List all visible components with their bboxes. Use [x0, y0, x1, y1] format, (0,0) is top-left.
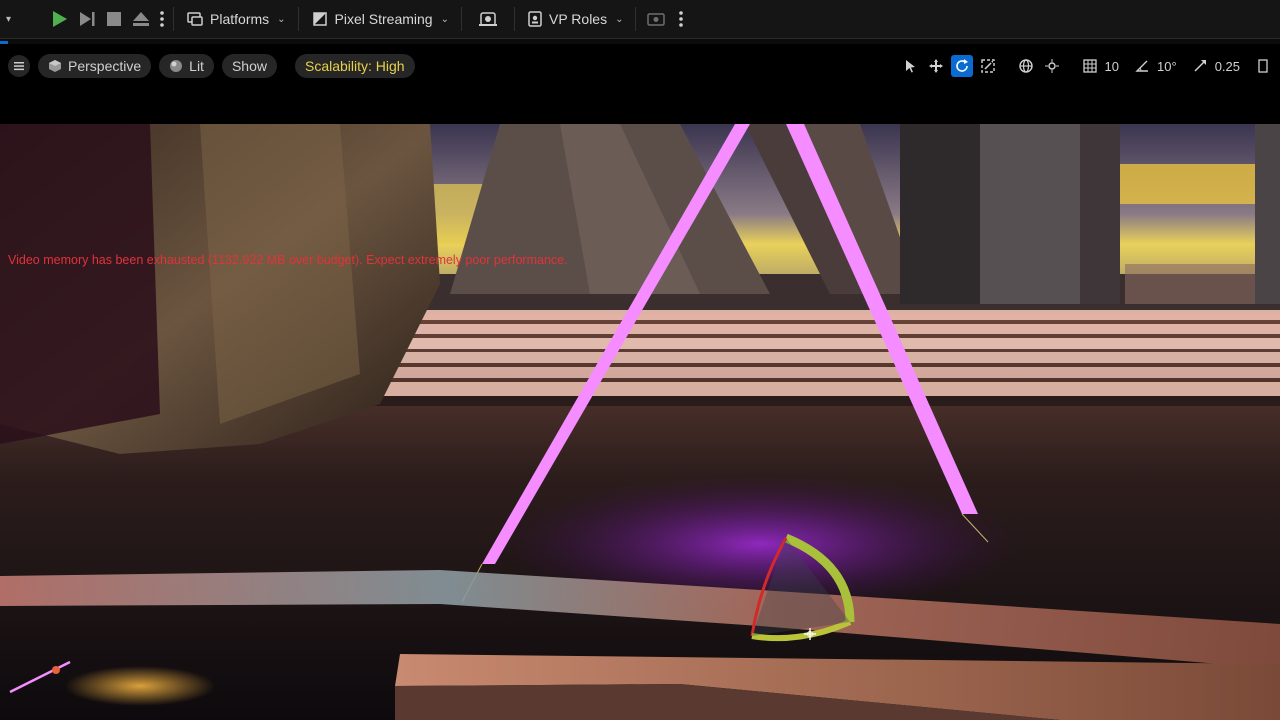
move-arrows-icon: [928, 59, 943, 73]
grid-icon: [1082, 59, 1097, 73]
chevron-down-icon: ⌄: [277, 13, 286, 25]
hamburger-menu-icon: [14, 62, 24, 71]
scalability-label: Scalability: High: [304, 58, 405, 74]
more-vertical-icon: [160, 11, 164, 27]
stop-button[interactable]: [101, 0, 127, 38]
transform-tools: 10 10° 0.25: [899, 44, 1280, 88]
scene-render: [0, 124, 1280, 720]
cube-icon: [49, 60, 61, 72]
multi-user-icon: [647, 13, 666, 26]
eject-icon: [133, 12, 150, 26]
virtual-production-icon: [478, 12, 497, 26]
divider: [635, 7, 637, 31]
perspective-label: Perspective: [68, 58, 142, 74]
platforms-label: Platforms: [210, 11, 270, 27]
divider: [460, 7, 462, 31]
toolbar-dropdown-chevron[interactable]: ▾: [0, 0, 15, 38]
cursor-arrow-icon: [905, 60, 915, 73]
perspective-view-button[interactable]: Perspective: [38, 54, 152, 78]
id-badge-icon: [528, 11, 542, 27]
divider: [173, 7, 175, 31]
stop-icon: [107, 12, 122, 26]
chevron-down-icon: ▾: [6, 13, 12, 25]
view-mode-lit-button[interactable]: Lit: [159, 54, 214, 78]
play-button[interactable]: [45, 0, 73, 38]
platforms-menu[interactable]: Platforms ⌄: [178, 0, 294, 38]
vp-roles-label: VP Roles: [548, 11, 608, 27]
viewport-toolbar: Perspective Lit Show Scalability: High 1…: [0, 44, 1280, 88]
grid-snap-button[interactable]: [1079, 55, 1101, 77]
surface-snapping-button[interactable]: [1041, 55, 1063, 77]
video-memory-warning: Video memory has been exhausted (1132.92…: [8, 253, 568, 267]
stairs: [300, 310, 1280, 406]
eject-button[interactable]: [127, 0, 155, 38]
main-toolbar: ▾ Platforms ⌄ Pixel Streaming ⌄ VP Roles…: [0, 0, 1280, 39]
pixel-streaming-label: Pixel Streaming: [334, 11, 433, 27]
vp-roles-menu[interactable]: VP Roles ⌄: [519, 0, 632, 38]
show-flags-button[interactable]: Show: [221, 54, 277, 78]
angle-icon: [1135, 60, 1149, 72]
viewport-layout-button[interactable]: [1252, 55, 1274, 77]
viewport-menu-button[interactable]: [8, 55, 30, 77]
lit-sphere-icon: [170, 60, 183, 72]
select-mode-button[interactable]: [899, 55, 921, 77]
scale-icon: [980, 59, 995, 73]
play-next-icon: [80, 12, 95, 26]
virtual-production-button[interactable]: [466, 0, 510, 38]
surface-snap-icon: [1044, 59, 1059, 73]
grid-snap-value[interactable]: 10: [1105, 59, 1119, 74]
rotate-icon: [955, 59, 968, 72]
scalability-button[interactable]: Scalability: High: [294, 54, 415, 78]
scale-snap-value[interactable]: 0.25: [1215, 59, 1240, 74]
scale-mode-button[interactable]: [977, 55, 999, 77]
viewport-layout-icon: [1258, 59, 1268, 73]
chevron-down-icon: ⌄: [440, 13, 449, 25]
pixel-streaming-icon: [312, 12, 327, 26]
pixel-streaming-menu[interactable]: Pixel Streaming ⌄: [303, 0, 457, 38]
multi-user-options-button[interactable]: [674, 0, 688, 38]
angle-snap-value[interactable]: 10°: [1157, 59, 1177, 74]
divider: [297, 7, 299, 31]
globe-icon: [1018, 59, 1033, 73]
viewport-spacer: [0, 88, 1280, 124]
play-icon: [53, 11, 68, 27]
angle-snap-button[interactable]: [1131, 55, 1153, 77]
play-options-button[interactable]: [155, 0, 169, 38]
advance-frame-button[interactable]: [73, 0, 101, 38]
platforms-icon: [187, 12, 203, 26]
coordinate-system-button[interactable]: [1015, 55, 1037, 77]
divider: [513, 7, 515, 31]
level-viewport[interactable]: Video memory has been exhausted (1132.92…: [0, 124, 1280, 720]
more-vertical-icon: [679, 11, 684, 27]
scale-snap-icon: [1194, 60, 1206, 72]
multi-user-button[interactable]: [640, 0, 674, 38]
lit-label: Lit: [189, 58, 204, 74]
translate-mode-button[interactable]: [925, 55, 947, 77]
scale-snap-button[interactable]: [1189, 55, 1211, 77]
rotate-mode-button[interactable]: [950, 55, 973, 77]
show-label: Show: [231, 58, 267, 74]
chevron-down-icon: ⌄: [615, 13, 624, 25]
